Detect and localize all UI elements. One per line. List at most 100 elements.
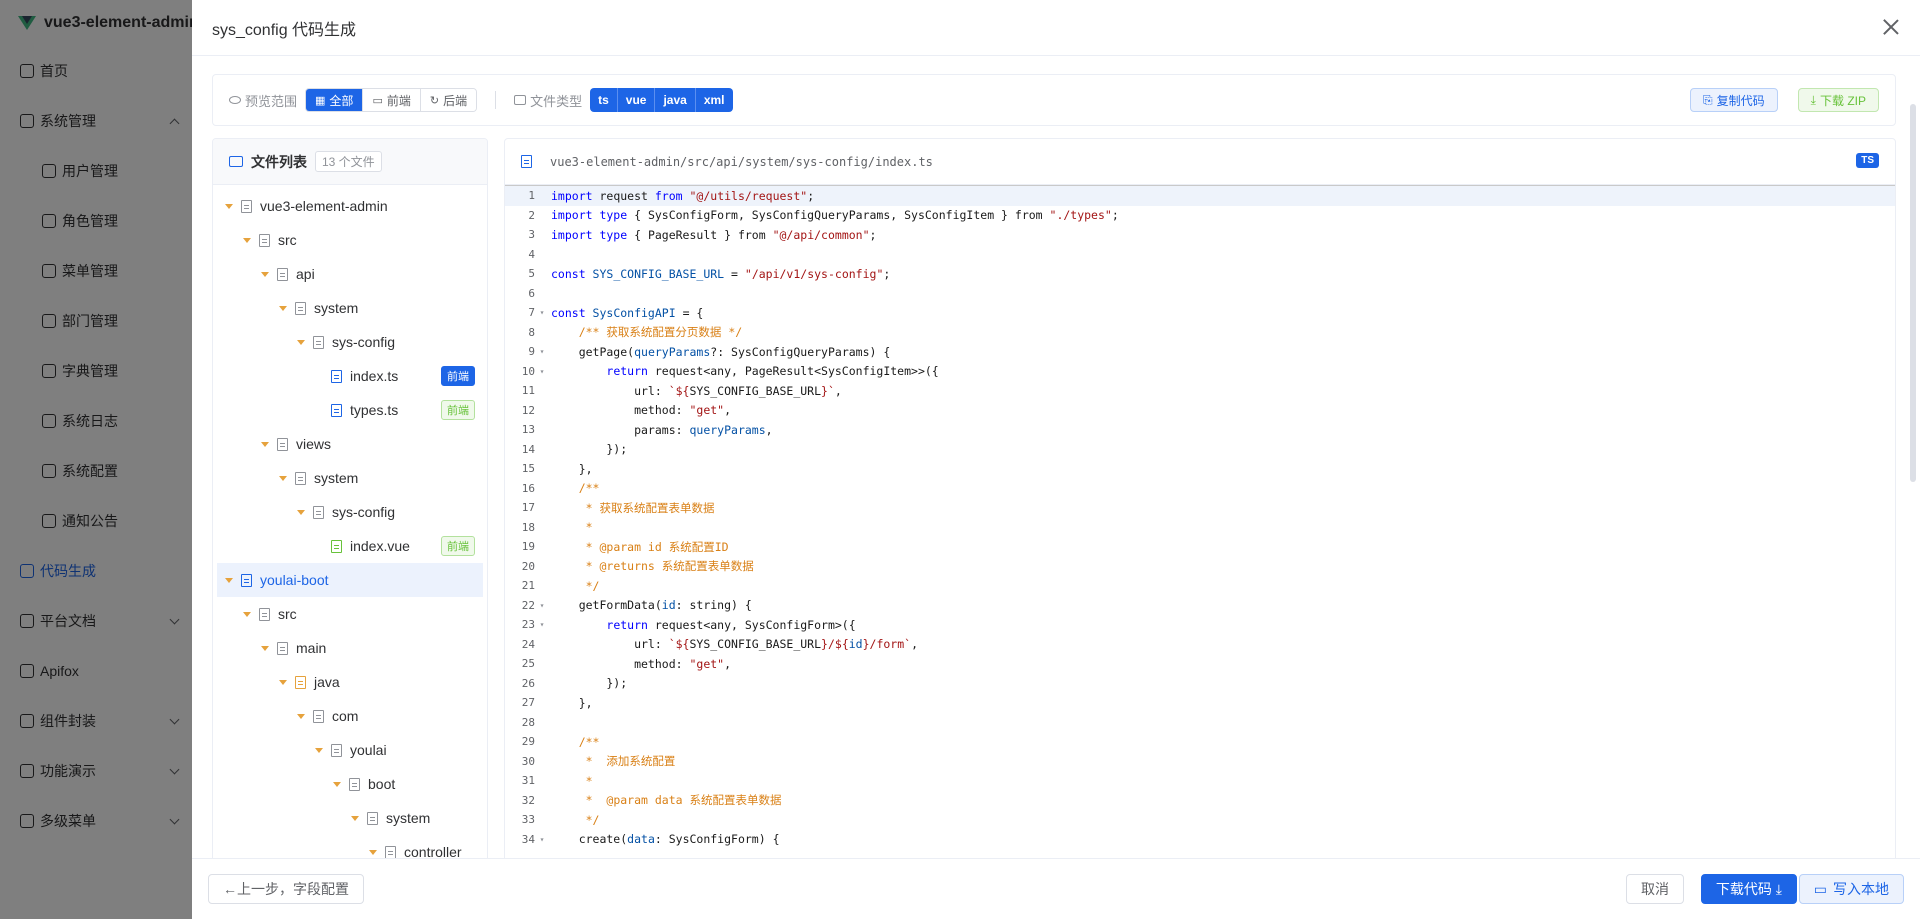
- scope-option-icon: ▭: [372, 94, 383, 107]
- tree-node[interactable]: vue3-element-admin: [213, 189, 487, 223]
- code-line: 2 import type { SysConfigForm, SysConfigQ…: [505, 206, 1895, 226]
- tree-node-label: youlai-boot: [260, 572, 329, 588]
- code-line: 26 });: [505, 674, 1895, 694]
- file-type-tag[interactable]: ts: [590, 88, 618, 112]
- tree-node-label: system: [386, 810, 431, 826]
- fold-toggle-icon[interactable]: ▾: [535, 620, 549, 629]
- download-zip-button[interactable]: ⤓ 下载 ZIP: [1797, 88, 1879, 112]
- fold-toggle-icon[interactable]: ▾: [535, 308, 549, 317]
- caret-down-icon[interactable]: [279, 475, 287, 481]
- code-token: { PageResult } from: [627, 227, 773, 242]
- code-token: /**: [578, 734, 600, 749]
- file-type-tag[interactable]: java: [655, 88, 696, 112]
- code-token: * @returns 系统配置表单数据: [585, 559, 754, 574]
- tree-node[interactable]: views: [213, 427, 487, 461]
- download-code-button[interactable]: 下载代码 ⤓: [1700, 874, 1797, 904]
- tree-node[interactable]: youlai-boot: [217, 563, 483, 597]
- tree-node[interactable]: boot: [213, 767, 487, 801]
- caret-down-icon[interactable]: [243, 237, 251, 243]
- fold-toggle-icon[interactable]: ▾: [535, 601, 549, 610]
- code-content: * @returns 系统配置表单数据: [549, 558, 754, 574]
- caret-down-icon[interactable]: [297, 509, 305, 515]
- file-icon: [259, 233, 270, 247]
- caret-down-icon[interactable]: [261, 441, 269, 447]
- file-type-tag[interactable]: vue: [617, 88, 656, 112]
- file-icon: [277, 437, 288, 451]
- scope-option[interactable]: ▦ 全部: [306, 89, 364, 111]
- code-editor[interactable]: 1 import request from "@/utils/request"; 2…: [505, 185, 1895, 918]
- caret-down-icon[interactable]: [279, 679, 287, 685]
- code-token: getFormData(: [551, 598, 662, 613]
- scope-option[interactable]: ↻ 后端: [420, 89, 477, 111]
- tree-node[interactable]: types.ts 前端: [213, 393, 487, 427]
- code-token: });: [551, 442, 628, 457]
- tree-node[interactable]: sys-config: [213, 495, 487, 529]
- caret-down-icon[interactable]: [369, 849, 377, 855]
- caret-down-icon[interactable]: [315, 747, 323, 753]
- fold-toggle-icon[interactable]: ▾: [535, 367, 549, 376]
- caret-down-icon[interactable]: [279, 305, 287, 311]
- file-type-tag[interactable]: xml: [695, 88, 733, 112]
- line-number: 8: [528, 325, 535, 339]
- caret-down-icon[interactable]: [225, 203, 233, 209]
- line-number: 4: [528, 247, 535, 261]
- scope-option-icon: ▦: [315, 94, 326, 107]
- copy-code-button[interactable]: ⎘ 复制代码: [1690, 88, 1778, 112]
- tree-node[interactable]: system: [213, 461, 487, 495]
- code-content: getPage(queryParams?: SysConfigQueryPara…: [549, 345, 891, 359]
- write-local-button[interactable]: ▭ 写入本地: [1798, 874, 1904, 904]
- caret-down-icon[interactable]: [225, 577, 233, 583]
- line-number: 22: [521, 598, 535, 612]
- code-line: 11 url: `${SYS_CONFIG_BASE_URL}`,: [505, 381, 1895, 401]
- code-token: ;: [1111, 208, 1119, 223]
- code-header: vue3-element-admin/src/api/system/sys-co…: [505, 139, 1895, 185]
- code-content: import request from "@/utils/request";: [549, 189, 814, 203]
- preview-toolbar: 预览范围 ▦ 全部 ▭ 前端 ↻ 后端 文件类型 ts vue java xml ⎘ 复制代码 …: [212, 74, 1896, 126]
- code-token: /**: [578, 481, 600, 496]
- line-number: 3: [528, 228, 535, 242]
- line-number: 24: [521, 637, 535, 651]
- code-content: });: [549, 676, 627, 690]
- tree-node[interactable]: java: [213, 665, 487, 699]
- tree-node[interactable]: src: [213, 597, 487, 631]
- toolbar-divider: [495, 91, 497, 109]
- tree-node-label: boot: [368, 776, 396, 792]
- caret-down-icon[interactable]: [243, 611, 251, 617]
- tree-node[interactable]: com: [213, 699, 487, 733]
- tree-node[interactable]: youlai: [213, 733, 487, 767]
- line-number: 28: [521, 715, 535, 729]
- line-number: 11: [521, 384, 535, 398]
- fold-toggle-icon[interactable]: ▾: [535, 347, 549, 356]
- tree-node[interactable]: main: [213, 631, 487, 665]
- file-icon: [331, 369, 342, 383]
- tree-node[interactable]: system: [213, 801, 487, 835]
- drawer-scrollbar[interactable]: [1910, 104, 1916, 482]
- code-content: return request<any, PageResult<SysConfig…: [549, 364, 938, 378]
- tree-node[interactable]: index.vue 前端: [213, 529, 487, 563]
- cancel-button[interactable]: 取消: [1626, 874, 1684, 904]
- caret-down-icon[interactable]: [261, 645, 269, 651]
- caret-down-icon[interactable]: [351, 815, 359, 821]
- code-content: const SYS_CONFIG_BASE_URL = "/api/v1/sys…: [549, 267, 890, 281]
- tree-node[interactable]: src: [213, 223, 487, 257]
- code-token: const: [551, 305, 586, 320]
- caret-down-icon[interactable]: [297, 339, 305, 345]
- caret-down-icon[interactable]: [261, 271, 269, 277]
- tree-node[interactable]: system: [213, 291, 487, 325]
- tree-node[interactable]: sys-config: [213, 325, 487, 359]
- tree-node[interactable]: index.ts 前端: [213, 359, 487, 393]
- tree-node[interactable]: api: [213, 257, 487, 291]
- prev-step-button[interactable]: ←上一步，字段配置: [208, 874, 364, 904]
- line-number: 31: [521, 774, 535, 788]
- scope-option[interactable]: ▭ 前端: [363, 89, 421, 111]
- line-number: 17: [521, 501, 535, 515]
- close-icon[interactable]: [1882, 18, 1900, 36]
- file-icon: [331, 539, 342, 553]
- line-number: 29: [521, 735, 535, 749]
- caret-down-icon[interactable]: [333, 781, 341, 787]
- caret-down-icon[interactable]: [297, 713, 305, 719]
- fold-toggle-icon[interactable]: ▾: [535, 835, 549, 844]
- code-content: */: [549, 579, 600, 593]
